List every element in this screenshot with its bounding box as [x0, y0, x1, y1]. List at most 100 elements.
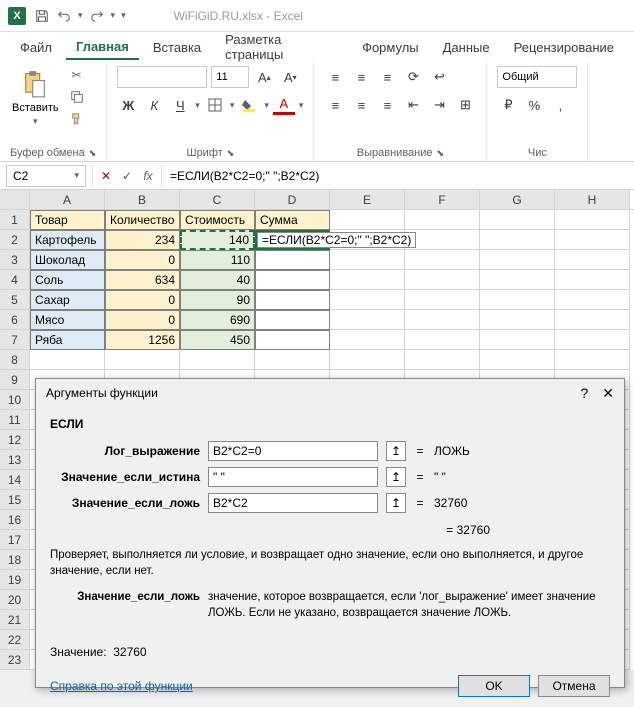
cell[interactable]: 234 [105, 230, 180, 250]
align-middle-icon[interactable]: ≡ [350, 66, 372, 88]
cell[interactable] [405, 350, 480, 370]
row-header[interactable]: 2 [0, 230, 30, 250]
cell[interactable] [330, 210, 405, 230]
row-header[interactable]: 18 [0, 550, 30, 570]
cell[interactable]: 110 [180, 250, 255, 270]
cell[interactable]: Сумма [255, 210, 330, 230]
italic-button[interactable]: К [143, 94, 165, 116]
cell[interactable]: 0 [105, 290, 180, 310]
cell[interactable] [330, 250, 405, 270]
row-header[interactable]: 17 [0, 530, 30, 550]
dialog-titlebar[interactable]: Аргументы функции ? ✕ [36, 379, 624, 407]
cell[interactable]: 1256 [105, 330, 180, 350]
cell[interactable] [555, 210, 630, 230]
borders-icon[interactable] [204, 94, 226, 116]
fill-dropdown-icon[interactable]: ▾ [264, 100, 269, 111]
cell[interactable] [480, 210, 555, 230]
number-format-select[interactable] [497, 66, 577, 88]
cell[interactable] [330, 270, 405, 290]
cell[interactable] [480, 230, 555, 250]
cell[interactable] [30, 350, 105, 370]
formula-input[interactable]: =ЕСЛИ(B2*C2=0;" ";B2*C2) [162, 169, 634, 183]
cell[interactable] [555, 330, 630, 350]
save-icon[interactable] [34, 8, 50, 24]
wrap-text-icon[interactable]: ↩ [428, 66, 450, 88]
tab-home[interactable]: Главная [66, 35, 139, 60]
cell[interactable] [180, 350, 255, 370]
row-header[interactable]: 20 [0, 590, 30, 610]
redo-dropdown-icon[interactable]: ▾ [111, 10, 116, 21]
fx-icon[interactable]: fx [139, 167, 157, 185]
row-header[interactable]: 3 [0, 250, 30, 270]
format-painter-icon[interactable] [67, 110, 87, 128]
cell[interactable] [480, 310, 555, 330]
cut-icon[interactable]: ✂ [67, 66, 87, 84]
cancel-formula-icon[interactable]: ✕ [97, 167, 115, 185]
col-header[interactable]: C [180, 190, 255, 209]
cell[interactable] [255, 310, 330, 330]
tab-insert[interactable]: Вставка [143, 36, 211, 59]
cell[interactable] [330, 310, 405, 330]
cell[interactable] [330, 350, 405, 370]
cell[interactable] [555, 350, 630, 370]
cell[interactable] [255, 270, 330, 290]
bold-button[interactable]: Ж [117, 94, 139, 116]
row-header[interactable]: 21 [0, 610, 30, 630]
copy-icon[interactable] [67, 88, 87, 106]
cell[interactable] [480, 250, 555, 270]
help-link[interactable]: Справка по этой функции [50, 679, 193, 693]
fontcolor-dropdown-icon[interactable]: ▾ [299, 100, 304, 111]
underline-dropdown-icon[interactable]: ▾ [195, 100, 200, 111]
cell[interactable] [405, 290, 480, 310]
comma-icon[interactable]: , [549, 94, 571, 116]
cell[interactable] [330, 290, 405, 310]
cell[interactable] [555, 290, 630, 310]
cell[interactable]: 0 [105, 310, 180, 330]
align-top-icon[interactable]: ≡ [324, 66, 346, 88]
cell[interactable] [555, 270, 630, 290]
font-launcher-icon[interactable]: ⬊ [227, 148, 235, 159]
undo-icon[interactable] [56, 8, 72, 24]
underline-button[interactable]: Ч [169, 94, 191, 116]
cell[interactable] [480, 330, 555, 350]
increase-font-icon[interactable]: A▴ [253, 66, 275, 88]
tab-file[interactable]: Файл [10, 36, 62, 59]
row-header[interactable]: 13 [0, 450, 30, 470]
tab-data[interactable]: Данные [433, 36, 500, 59]
cell[interactable] [255, 250, 330, 270]
increase-indent-icon[interactable]: ⇥ [428, 94, 450, 116]
cell[interactable] [255, 350, 330, 370]
merge-icon[interactable]: ⊞ [454, 94, 476, 116]
cell[interactable] [480, 270, 555, 290]
row-header[interactable]: 16 [0, 510, 30, 530]
align-right-icon[interactable]: ≡ [376, 94, 398, 116]
row-header[interactable]: 14 [0, 470, 30, 490]
row-header[interactable]: 11 [0, 410, 30, 430]
cell[interactable]: Стоимость [180, 210, 255, 230]
arg-iffalse-input[interactable] [208, 493, 378, 513]
row-header[interactable]: 1 [0, 210, 30, 230]
font-size-select[interactable] [211, 66, 249, 88]
cell[interactable] [255, 330, 330, 350]
select-all-corner[interactable] [0, 190, 30, 209]
decrease-font-icon[interactable]: A▾ [279, 66, 301, 88]
arg-logical-input[interactable] [208, 441, 378, 461]
cell[interactable] [405, 210, 480, 230]
cell-referenced[interactable]: 140 [180, 230, 255, 250]
row-header[interactable]: 12 [0, 430, 30, 450]
orientation-icon[interactable]: ⟳ [402, 66, 424, 88]
borders-dropdown-icon[interactable]: ▾ [230, 100, 235, 111]
close-icon[interactable]: ✕ [602, 385, 614, 402]
currency-icon[interactable]: ₽ [497, 94, 519, 116]
cell[interactable] [555, 310, 630, 330]
cell[interactable]: Количество [105, 210, 180, 230]
cell[interactable]: Сахар [30, 290, 105, 310]
cell[interactable]: 690 [180, 310, 255, 330]
cell[interactable]: Шоколад [30, 250, 105, 270]
cell-editing[interactable]: =ЕСЛИ(B2*C2=0;" ";B2*C2) [255, 230, 330, 250]
font-name-select[interactable] [117, 66, 207, 88]
collapse-dialog-icon[interactable]: ↥ [386, 467, 406, 487]
redo-icon[interactable] [89, 8, 105, 24]
cell[interactable] [255, 290, 330, 310]
row-header[interactable]: 15 [0, 490, 30, 510]
